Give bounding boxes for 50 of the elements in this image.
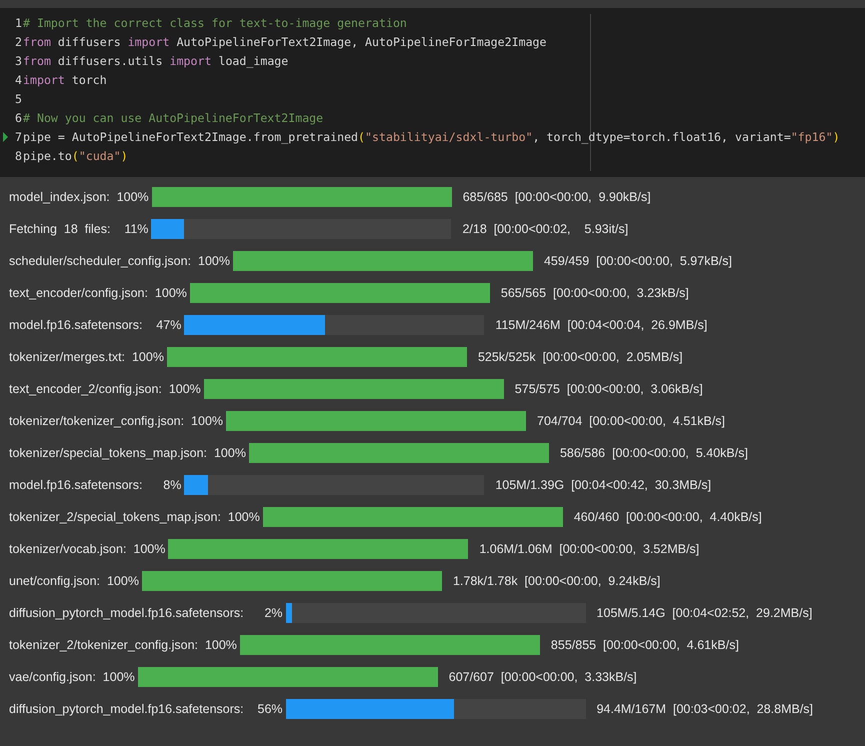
progress-label: diffusion_pytorch_model.fp16.safetensors: 2% — [9, 606, 283, 620]
progress-label: Fetching 18 files: 11% — [9, 222, 148, 236]
progress-status: 105M/5.14G [00:04<02:52, 29.2MB/s] — [596, 606, 812, 620]
progress-label: tokenizer_2/special_tokens_map.json: 100% — [9, 510, 260, 524]
progress-status: 94.4M/167M [00:03<00:02, 28.8MB/s] — [596, 702, 814, 716]
progress-label: model.fp16.safetensors: 47% — [9, 318, 182, 332]
progress-status: 704/704 [00:00<00:00, 4.51kB/s] — [537, 414, 726, 428]
progress-label: tokenizer/special_tokens_map.json: 100% — [9, 446, 246, 460]
code-line: import torch — [23, 72, 107, 86]
code-line: # Import the correct class for text-to-image generation — [23, 16, 407, 30]
progress-label: scheduler/scheduler_config.json: 100% — [9, 254, 230, 268]
progress-label: tokenizer_2/tokenizer_config.json: 100% — [9, 638, 237, 652]
line-number: 7 — [14, 130, 23, 144]
progress-status: 855/855 [00:00<00:00, 4.61kB/s] — [550, 638, 739, 652]
line-number: 6 — [14, 110, 23, 124]
progress-label: model.fp16.safetensors: 8% — [9, 478, 182, 492]
progress-status: 586/586 [00:00<00:00, 5.40kB/s] — [560, 446, 748, 460]
code-line: from diffusers import AutoPipelineForText2Image, AutoPipelineForImage2Image — [23, 34, 547, 48]
progress-label: model_index.json: 100% — [9, 190, 149, 204]
progress-status: 525k/525k [00:00<00:00, 2.05MB/s] — [478, 350, 683, 364]
progress-status: 459/459 [00:00<00:00, 5.97kB/s] — [544, 254, 732, 268]
line-number: 4 — [14, 72, 23, 86]
progress-status: 1.06M/1.06M [00:00<00:00, 3.52MB/s] — [479, 542, 700, 556]
progress-status: 2/18 [00:00<00:02, 5.93it/s] — [462, 222, 628, 236]
code-line: from diffusers.utils import load_image — [23, 54, 288, 68]
line-number: 8 — [14, 148, 23, 162]
progress-status: 607/607 [00:00<00:00, 3.33kB/s] — [448, 670, 637, 684]
progress-status: 565/565 [00:00<00:00, 3.23kB/s] — [500, 286, 689, 300]
progress-status: 685/685 [00:00<00:00, 9.90kB/s] — [462, 190, 651, 204]
progress-status: 105M/1.39G [00:04<00:42, 30.3MB/s] — [495, 478, 712, 492]
progress-label: diffusion_pytorch_model.fp16.safetensors: 56% — [9, 702, 283, 716]
progress-label: unet/config.json: 100% — [9, 574, 139, 588]
line-number: 5 — [14, 92, 23, 106]
code-line: pipe.to("cuda") — [23, 148, 128, 162]
progress-status: 460/460 [00:00<00:00, 4.40kB/s] — [574, 510, 762, 524]
code-cell[interactable] — [0, 8, 865, 177]
code-line: pipe = AutoPipelineForText2Image.from_pretrained("stabilityai/sdxl-turbo", torch_dtype=torch.float16, variant="fp16") — [23, 130, 840, 144]
progress-status: 575/575 [00:00<00:00, 3.06kB/s] — [514, 382, 703, 396]
line-number: 2 — [14, 34, 23, 48]
progress-label: tokenizer/merges.txt: 100% — [9, 350, 164, 364]
progress-status: 1.78k/1.78k [00:00<00:00, 9.24kB/s] — [452, 574, 660, 588]
progress-status: 115M/246M [00:04<00:04, 26.9MB/s] — [495, 318, 708, 332]
line-number: 1 — [14, 16, 23, 30]
code-line: # Now you can use AutoPipelineForText2Image — [23, 110, 324, 124]
progress-label: text_encoder_2/config.json: 100% — [9, 382, 201, 396]
progress-label: vae/config.json: 100% — [9, 670, 135, 684]
progress-label: tokenizer/vocab.json: 100% — [9, 542, 166, 556]
progress-label: text_encoder/config.json: 100% — [9, 286, 187, 300]
line-number: 3 — [14, 54, 23, 68]
progress-label: tokenizer/tokenizer_config.json: 100% — [9, 414, 224, 428]
